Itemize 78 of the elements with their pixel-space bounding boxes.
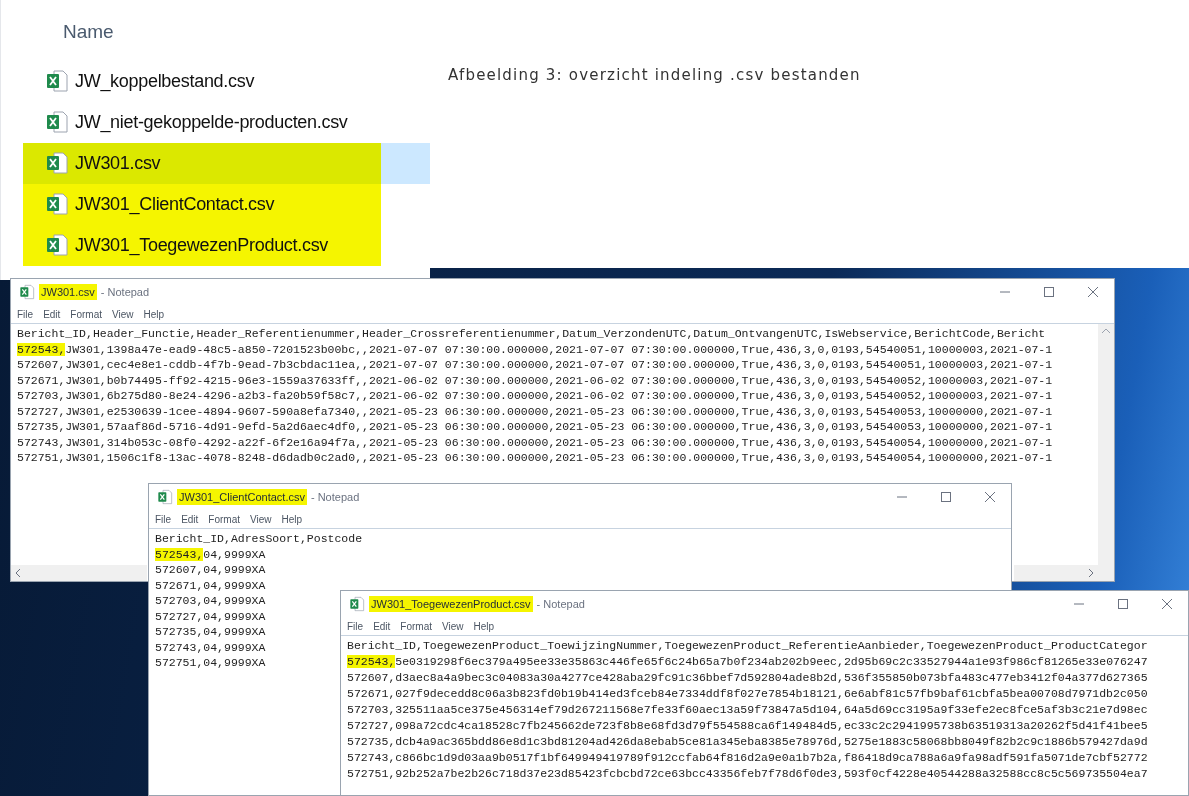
close-icon[interactable] <box>985 492 995 502</box>
csv-line: 572607,04,9999XA <box>155 562 266 578</box>
menu-item[interactable]: Format <box>400 618 433 634</box>
close-icon[interactable] <box>1088 287 1098 297</box>
csv-line: 572703,JW301,6b275d80-8e24-4296-a2b3-fa20b59f58c7,,2021-06-02 07:30:00.000000,2021-06-02 07:30:00.000000,True,436,3,0,0193,54540052,10000003,2021-07-1 <box>17 388 1053 404</box>
csv-line: 572743,JW301,314b053c-08f0-4292-a22f-6f2e16a94f7a,,2021-05-23 06:30:00.000000,2021-05-23 06:30:00.000000,True,436,3,0,0193,54540054,10000000,2021-07-1 <box>17 434 1053 450</box>
csv-line: 572751,JW301,1506c1f8-13ac-4078-8248-d6dadb0c2ad0,,2021-05-23 06:30:00.000000,2021-05-23 06:30:00.000000,True,436,3,0,0193,54540054,10000000,2021-07-1 <box>17 450 1053 466</box>
csv-line: 572751,04,9999XA <box>155 655 266 671</box>
csv-line: 572735,04,9999XA <box>155 624 266 640</box>
csv-line: 572735,JW301,57aaf86d-5716-4d91-9efd-5a2d6aec4df0,,2021-05-23 06:30:00.000000,2021-05-23 06:30:00.000000,True,436,3,0,0193,54540053,10000000,2021-07-1 <box>17 419 1053 435</box>
scroll-right-icon[interactable] <box>1089 569 1094 577</box>
spreadsheet-file-icon <box>45 69 69 93</box>
file-name: JW_niet-gekoppelde-producten.csv <box>75 110 348 135</box>
csv-line: Bericht_ID,Header_Functie,Header_Referentienummer,Header_Crossreferentienummer,Datum_VerzondenUTC,Datum_OntvangenUTC,IsWebservice,BerichtCode,Bericht <box>17 326 1046 342</box>
spreadsheet-file-icon <box>45 110 69 134</box>
csv-line: 572543,JW301,1398a47e-ead9-48c5-a850-7201523b00bc,,2021-07-07 07:30:00.000000,2021-07-07 07:30:00.000000,True,436,3,0,0193,54540051,10000003,2021-07-1 <box>17 341 1053 357</box>
csv-line: 572703,04,9999XA <box>155 593 266 609</box>
window-title-app: - Notepad <box>100 284 150 300</box>
spreadsheet-file-icon <box>45 151 69 175</box>
menu-item[interactable]: File <box>347 618 364 634</box>
scroll-left-icon[interactable] <box>15 569 20 577</box>
menu-item[interactable]: Help <box>281 511 303 527</box>
spreadsheet-file-icon <box>349 596 365 612</box>
csv-line: 572743,04,9999XA <box>155 639 266 655</box>
menu-item[interactable]: Edit <box>181 511 199 527</box>
window-title: JW301_ClientContact.csv <box>177 488 307 506</box>
file-row[interactable]: JW_niet-gekoppelde-producten.csv <box>23 101 430 143</box>
menu-item[interactable]: Format <box>70 306 103 322</box>
vertical-scrollbar[interactable] <box>1098 324 1114 565</box>
csv-line: Bericht_ID,ToegewezenProduct_ToewijzingNummer,ToegewezenProduct_ReferentieAanbieder,ToegewezenProduct_ProductCategor <box>347 638 1148 654</box>
file-row[interactable]: JW301.csv <box>23 142 430 184</box>
spreadsheet-file-icon <box>45 233 69 257</box>
window-title: JW301.csv <box>39 283 97 301</box>
file-name: JW301.csv <box>75 151 161 175</box>
csv-line: 572671,04,9999XA <box>155 577 266 593</box>
spreadsheet-file-icon <box>45 192 69 216</box>
window-title-app: - Notepad <box>536 596 585 612</box>
spreadsheet-file-icon <box>157 489 173 505</box>
horizontal-scrollbar-left-end[interactable] <box>11 565 147 581</box>
menu-item[interactable]: File <box>155 511 172 527</box>
file-row[interactable]: JW_koppelbestand.csv <box>23 60 430 102</box>
menu-item[interactable]: Help <box>143 306 165 322</box>
maximize-icon[interactable] <box>941 492 951 502</box>
file-name: JW_koppelbestand.csv <box>75 69 255 94</box>
csv-line: 572727,04,9999XA <box>155 608 266 624</box>
menu-item[interactable]: Format <box>208 511 241 527</box>
csv-line: 572671,JW301,b0b74495-ff92-4215-96e3-1559a37633ff,,2021-06-02 07:30:00.000000,2021-06-02 07:30:00.000000,True,436,3,0,0193,54540052,10000003,2021-07-1 <box>17 372 1053 388</box>
csv-line: 572735,dcb4a9ac365bdd86e8d1c3bd81204ad426da8ebab5ce81a345eba8385e78976d,5275e1883c58068bb8049f82b2c9c1886b579427da9d <box>347 734 1148 750</box>
maximize-icon[interactable] <box>1044 287 1054 297</box>
close-icon[interactable] <box>1162 599 1172 609</box>
column-header[interactable]: Name <box>63 18 430 47</box>
file-name: JW301_ToegewezenProduct.csv <box>75 233 329 258</box>
menu-item[interactable]: Help <box>473 618 495 634</box>
menu-item[interactable]: View <box>112 306 134 322</box>
menu-item[interactable]: Edit <box>43 306 61 322</box>
csv-line: Bericht_ID,AdresSoort,Postcode <box>155 531 363 547</box>
file-name: JW301_ClientContact.csv <box>75 192 275 217</box>
menu-item[interactable]: Edit <box>373 618 391 634</box>
maximize-icon[interactable] <box>1118 599 1128 609</box>
csv-line: 572607,JW301,cec4e8e1-cddb-4f7b-9ead-7b3cbdac11ea,,2021-07-07 07:30:00.000000,2021-07-07 07:30:00.000000,True,436,3,0,0193,54540051,10000003,2021-07-1 <box>17 357 1053 373</box>
csv-line: 572543,04,9999XA <box>155 546 266 562</box>
csv-line: 572671,027f9decedd8c06a3b823fd0b19b414ed3fceb84e7334ddf8f027e7854b18121,6e6abf81c57fb9baf61cbfa5bea00708d7971db2c050 <box>347 686 1148 702</box>
csv-line: 572543,5e0319298f6ec379a495ee33e35863c446fe65f6c24b65a7b0f234ab202b9eec,2d95b69c2c33527944a1e93f986cf81265e33e076247 <box>347 654 1148 670</box>
csv-line: 572703,325511aa5ce375e456314ef79d267211568e7fe33f60aec13a59f73847a5d104,64a5d69cc3195a9f33efe2ec8fce5af3b3c21e7d98ec <box>347 702 1148 718</box>
menu-item[interactable]: View <box>442 618 464 634</box>
window-title: JW301_ToegewezenProduct.csv <box>369 595 533 613</box>
csv-line: 572727,098a72cdc4ca18528c7fb245662de723f8b8e68fd3d79f554588ca6f149484d5,ec33c2c2941995738b63519313a20262f5d41f41bee5 <box>347 718 1148 734</box>
csv-line: 572727,JW301,e2530639-1cee-4894-9607-590a8efa7340,,2021-05-23 06:30:00.000000,2021-05-23 06:30:00.000000,True,436,3,0,0193,54540053,10000000,2021-07-1 <box>17 403 1053 419</box>
horizontal-scrollbar-right-end[interactable] <box>1014 565 1114 581</box>
csv-line: 572751,92b252a7be2b26c718d37e23d85423fcbcbd72ce63bcc43356feb7f78d6f0de3,593f0cf4228e40544288a32588cc8c5c569735504ea7 <box>347 766 1148 782</box>
spreadsheet-file-icon <box>19 284 35 300</box>
csv-line: 572743,c866bc1d9d03aa9b0517f1bf649949419789f912ccfab64f816d2a9e0a1b7b2a,f86418d9ca788a6a9fa98adf591fa5071de7cbf52772 <box>347 750 1148 766</box>
menu-item[interactable]: File <box>17 306 34 322</box>
csv-line: 572607,d3aec8a4a9bec3c04083a30a4277ce428aba29fc91c36bbef7d592804ade8b2d,536f355850b073bfa483c477eb3412f04a377d627365 <box>347 670 1148 686</box>
window-title-app: - Notepad <box>310 489 360 505</box>
scroll-up-icon[interactable] <box>1102 328 1110 333</box>
menu-item[interactable]: View <box>250 511 272 527</box>
figure-caption: Afbeelding 3: overzicht indeling .csv bestanden <box>448 65 861 86</box>
